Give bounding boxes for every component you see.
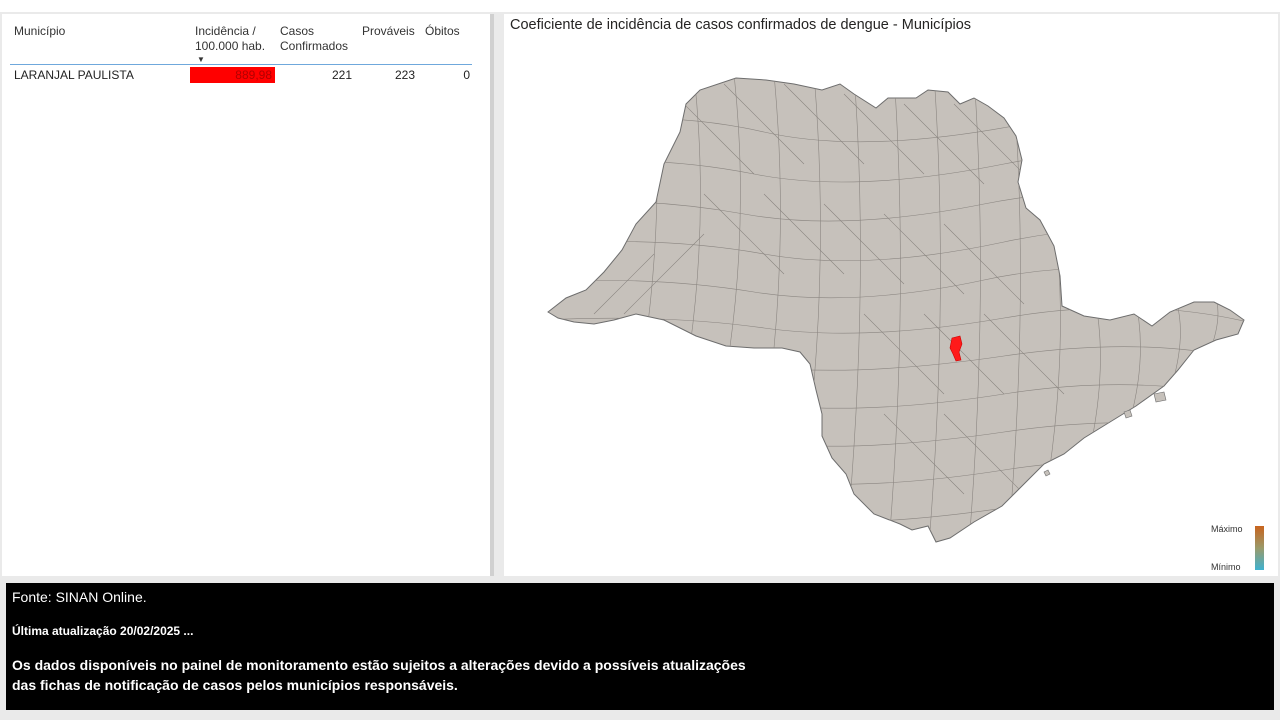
cell-municipio: LARANJAL PAULISTA <box>14 68 134 82</box>
disclaimer-text: Os dados disponíveis no painel de monito… <box>12 657 746 693</box>
panel-divider <box>490 14 494 576</box>
cases-table: Município Incidência / 100.000 hab. Caso… <box>10 20 472 85</box>
cell-confirmados: 221 <box>331 68 352 82</box>
table-row[interactable]: LARANJAL PAULISTA 889,98 221 223 0 <box>10 65 472 85</box>
cell-provaveis: 223 <box>394 68 415 82</box>
cell-incidencia: 889,98 <box>190 67 275 83</box>
table-header: Município Incidência / 100.000 hab. Caso… <box>10 20 472 65</box>
cell-obitos: 0 <box>463 68 470 82</box>
legend-gradient <box>1255 526 1264 570</box>
last-update-text: Última atualização 20/02/2025 ... <box>12 624 194 638</box>
top-strip <box>0 0 1280 12</box>
cases-table-panel: Município Incidência / 100.000 hab. Caso… <box>2 14 490 576</box>
sort-descending-icon[interactable]: ▼ <box>197 55 205 64</box>
state-outline <box>547 77 1245 543</box>
legend-min-label: Mínimo <box>1211 562 1241 572</box>
legend-max-label: Máximo <box>1211 524 1243 534</box>
column-header-provaveis[interactable]: Prováveis <box>362 24 415 39</box>
column-header-confirmados[interactable]: Casos Confirmados <box>280 24 360 54</box>
map-panel: Coeficiente de incidência de casos confi… <box>504 14 1278 576</box>
column-header-incidencia[interactable]: Incidência / 100.000 hab. <box>195 24 275 54</box>
footer-notes: Fonte: SINAN Online. Última atualização … <box>6 583 1274 710</box>
source-text: Fonte: SINAN Online. <box>12 589 147 605</box>
sao-paulo-state-map[interactable] <box>504 14 1278 576</box>
column-header-municipio[interactable]: Município <box>14 24 65 39</box>
column-header-obitos[interactable]: Óbitos <box>425 24 460 39</box>
